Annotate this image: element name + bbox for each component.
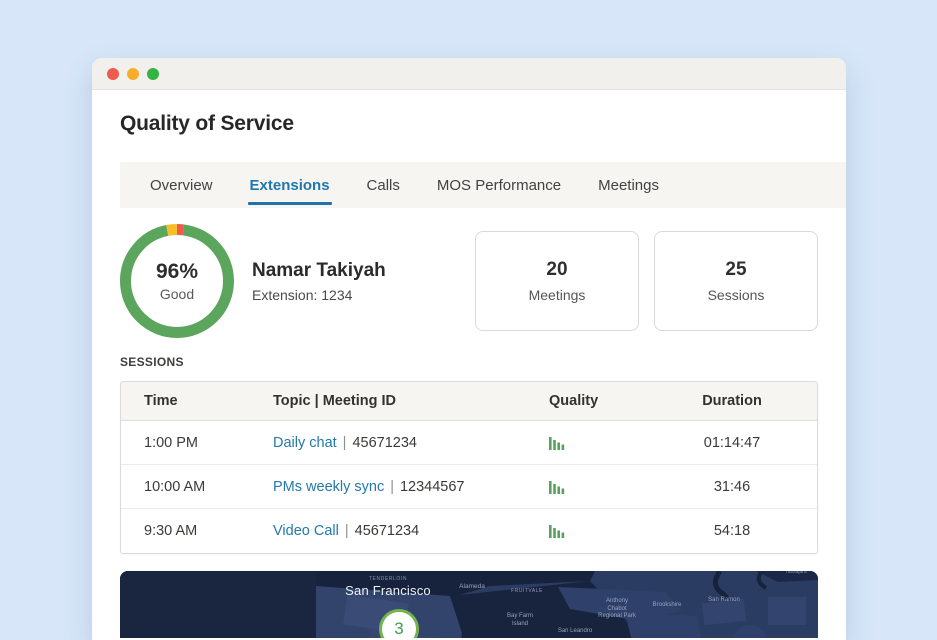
window-titlebar	[92, 58, 846, 90]
quality-signal-bars-icon	[549, 436, 566, 450]
tab-extensions[interactable]: Extensions	[250, 162, 330, 208]
table-row[interactable]: 10:00 AM PMs weekly sync | 12344567 31:46	[121, 465, 817, 509]
meetings-count: 20	[546, 259, 567, 281]
session-duration: 54:18	[647, 523, 817, 539]
quality-signal-bars-icon	[549, 480, 566, 494]
maximize-window-button[interactable]	[147, 68, 159, 80]
user-info: Namar Takiyah Extension: 1234	[252, 260, 386, 303]
session-duration: 01:14:47	[647, 435, 817, 451]
tab-mos-performance[interactable]: MOS Performance	[437, 162, 561, 208]
session-time: 10:00 AM	[121, 479, 273, 495]
user-name: Namar Takiyah	[252, 260, 386, 282]
user-extension: Extension: 1234	[252, 287, 386, 303]
quality-signal-bars-icon	[549, 524, 566, 538]
session-time: 1:00 PM	[121, 435, 273, 451]
session-topic-cell: Daily chat | 45671234	[273, 435, 507, 451]
session-time: 9:30 AM	[121, 523, 273, 539]
tab-meetings[interactable]: Meetings	[598, 162, 659, 208]
map-basemap	[120, 571, 818, 638]
meeting-id: 45671234	[355, 523, 420, 539]
topic-link[interactable]: PMs weekly sync	[273, 479, 384, 495]
session-duration: 31:46	[647, 479, 817, 495]
close-window-button[interactable]	[107, 68, 119, 80]
sessions-section-title: SESSIONS	[120, 355, 818, 369]
meetings-stat-card: 20 Meetings	[475, 231, 639, 331]
tab-bar: Overview Extensions Calls MOS Performanc…	[120, 162, 846, 208]
meeting-id: 45671234	[352, 435, 417, 451]
table-header-row: Time Topic | Meeting ID Quality Duration	[121, 382, 817, 421]
session-topic-cell: Video Call | 45671234	[273, 523, 507, 539]
sessions-label: Sessions	[708, 287, 765, 303]
pipe-separator: |	[343, 435, 347, 451]
session-topic-cell: PMs weekly sync | 12344567	[273, 479, 507, 495]
sessions-table: Time Topic | Meeting ID Quality Duration…	[120, 381, 818, 554]
sessions-stat-card: 25 Sessions	[654, 231, 818, 331]
sessions-count: 25	[725, 259, 746, 281]
column-header-topic: Topic | Meeting ID	[273, 393, 507, 409]
locations-map[interactable]: TENDERLOIN San Francisco Alameda FRUITVA…	[120, 571, 818, 638]
summary-section: 96% Good Namar Takiyah Extension: 1234 2…	[120, 224, 818, 338]
main-content: Quality of Service Overview Extensions C…	[92, 90, 846, 638]
column-header-quality: Quality	[507, 393, 647, 409]
tab-calls[interactable]: Calls	[367, 162, 400, 208]
app-window: Quality of Service Overview Extensions C…	[92, 58, 846, 640]
quality-percent: 96%	[156, 260, 198, 284]
table-row[interactable]: 9:30 AM Video Call | 45671234 54:18	[121, 509, 817, 553]
pipe-separator: |	[345, 523, 349, 539]
column-header-time: Time	[121, 393, 273, 409]
quality-status: Good	[160, 286, 194, 302]
tab-overview[interactable]: Overview	[150, 162, 213, 208]
page-title: Quality of Service	[120, 90, 818, 136]
donut-center-text: 96% Good	[120, 224, 234, 338]
meeting-id: 12344567	[400, 479, 465, 495]
quality-donut-chart: 96% Good	[120, 224, 234, 338]
topic-link[interactable]: Daily chat	[273, 435, 337, 451]
minimize-window-button[interactable]	[127, 68, 139, 80]
table-row[interactable]: 1:00 PM Daily chat | 45671234 01:14:47	[121, 421, 817, 465]
meetings-label: Meetings	[529, 287, 586, 303]
column-header-duration: Duration	[647, 393, 817, 409]
pipe-separator: |	[390, 479, 394, 495]
topic-link[interactable]: Video Call	[273, 523, 339, 539]
